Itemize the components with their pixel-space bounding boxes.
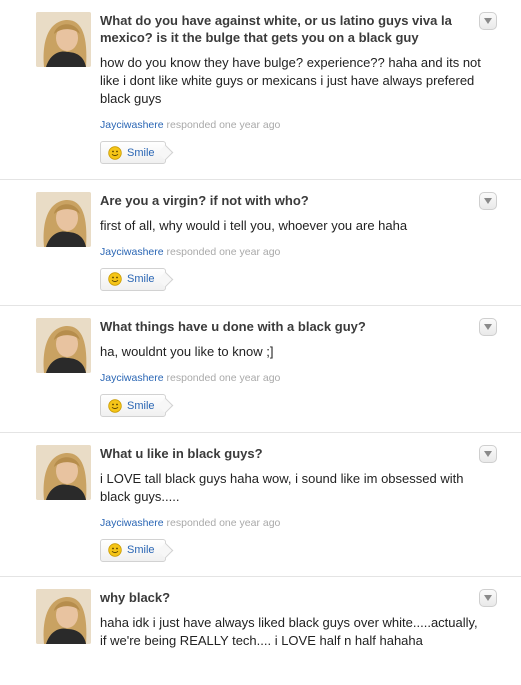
answer-text: haha idk i just have always liked black …	[100, 615, 478, 648]
question-text: What u like in black guys?	[100, 445, 263, 461]
smile-button[interactable]: Smile	[100, 394, 166, 417]
smiley-face-icon	[108, 543, 122, 557]
smile-button[interactable]: Smile	[100, 267, 166, 291]
avatar[interactable]	[36, 589, 91, 644]
question-text: why black?	[100, 590, 171, 605]
response-meta: Jayciwashere responded one year ago	[100, 246, 491, 258]
smiley-face-icon	[108, 272, 122, 286]
avatar[interactable]	[36, 12, 91, 67]
avatar[interactable]	[36, 444, 91, 500]
smile-button[interactable]: Smile	[100, 538, 166, 562]
answer-item: What things have u done with a black guy…	[0, 306, 521, 433]
item-menu-button[interactable]	[479, 444, 497, 463]
response-meta: Jayciwashere responded one year ago	[100, 119, 491, 131]
response-meta: Jayciwashere responded one year ago	[100, 517, 491, 529]
question-text: What things have u done with a black guy…	[100, 319, 366, 334]
chevron-down-icon	[484, 595, 492, 601]
answer-text: i LOVE tall black guys haha wow, i sound…	[100, 470, 464, 504]
profile-photo-icon	[36, 589, 91, 644]
answer-text: how do you know they have bulge? experie…	[100, 55, 481, 106]
question-text: Are you a virgin? if not with who?	[100, 192, 309, 208]
responded-time: responded one year ago	[166, 119, 281, 131]
chevron-down-icon	[484, 197, 492, 204]
item-menu-button[interactable]	[479, 12, 497, 30]
smile-label: Smile	[127, 146, 155, 159]
smiley-face-icon	[108, 145, 122, 160]
answer-feed: What do you have against white, or us la…	[0, 0, 521, 664]
username-link[interactable]: Jayciwashere	[100, 372, 164, 384]
question-text: What do you have against white, or us la…	[100, 13, 452, 45]
smile-button[interactable]: Smile	[100, 141, 166, 164]
username-link[interactable]: Jayciwashere	[100, 517, 164, 529]
profile-photo-icon	[36, 12, 91, 67]
username-link[interactable]: Jayciwashere	[100, 246, 164, 258]
response-meta: Jayciwashere responded one year ago	[100, 372, 491, 384]
smile-label: Smile	[127, 399, 155, 412]
answer-text: first of all, why would i tell you, whoe…	[100, 217, 408, 233]
item-menu-button[interactable]	[479, 318, 497, 336]
profile-photo-icon	[36, 444, 91, 500]
smile-label: Smile	[127, 544, 155, 556]
chevron-down-icon	[484, 324, 492, 330]
username-link[interactable]: Jayciwashere	[100, 119, 164, 131]
responded-time: responded one year ago	[166, 245, 281, 258]
responded-time: responded one year ago	[166, 372, 281, 384]
answer-item: why black? haha idk i just have always l…	[0, 577, 521, 664]
avatar[interactable]	[36, 191, 91, 247]
smile-label: Smile	[127, 273, 155, 285]
smiley-face-icon	[108, 398, 122, 413]
item-menu-button[interactable]	[479, 589, 497, 607]
responded-time: responded one year ago	[166, 516, 281, 529]
answer-text: ha, wouldnt you like to know ;]	[100, 344, 274, 359]
avatar[interactable]	[36, 318, 91, 373]
answer-item: What u like in black guys? i LOVE tall b…	[0, 433, 521, 577]
answer-item: Are you a virgin? if not with who? first…	[0, 180, 521, 306]
answer-item: What do you have against white, or us la…	[0, 0, 521, 180]
profile-photo-icon	[36, 318, 91, 373]
chevron-down-icon	[484, 18, 492, 24]
profile-photo-icon	[36, 191, 91, 247]
item-menu-button[interactable]	[479, 191, 497, 210]
chevron-down-icon	[484, 450, 492, 457]
